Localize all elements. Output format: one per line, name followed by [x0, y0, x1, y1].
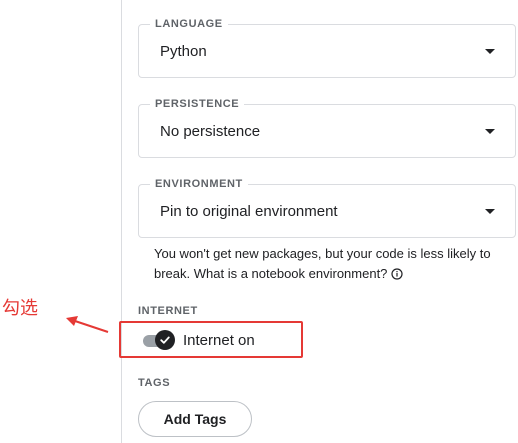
- persistence-value: No persistence: [160, 123, 261, 140]
- annotation-text: 勾选: [2, 298, 38, 319]
- tags-section-label: TAGS: [138, 377, 171, 389]
- persistence-label: PERSISTENCE: [150, 97, 245, 111]
- persistence-select[interactable]: PERSISTENCE No persistence: [138, 97, 516, 158]
- environment-value: Pin to original environment: [160, 203, 338, 220]
- language-value: Python: [160, 43, 207, 60]
- environment-label: ENVIRONMENT: [150, 177, 248, 191]
- annotation-highlight-box: [119, 321, 303, 358]
- environment-helper-text: You won't get new packages, but your cod…: [154, 246, 491, 281]
- environment-select[interactable]: ENVIRONMENT Pin to original environment: [138, 177, 516, 238]
- annotation-arrow-icon: [66, 316, 109, 333]
- environment-helper: You won't get new packages, but your cod…: [154, 244, 516, 286]
- caret-down-icon: [485, 129, 495, 134]
- caret-down-icon: [485, 49, 495, 54]
- add-tags-button[interactable]: Add Tags: [138, 401, 252, 437]
- info-icon[interactable]: [391, 266, 404, 286]
- notebook-settings-panel: LANGUAGE Python PERSISTENCE No persisten…: [122, 0, 518, 443]
- caret-down-icon: [485, 209, 495, 214]
- language-label: LANGUAGE: [150, 17, 228, 31]
- language-select[interactable]: LANGUAGE Python: [138, 17, 516, 78]
- left-gutter: [0, 0, 122, 443]
- internet-section-label: INTERNET: [138, 305, 198, 317]
